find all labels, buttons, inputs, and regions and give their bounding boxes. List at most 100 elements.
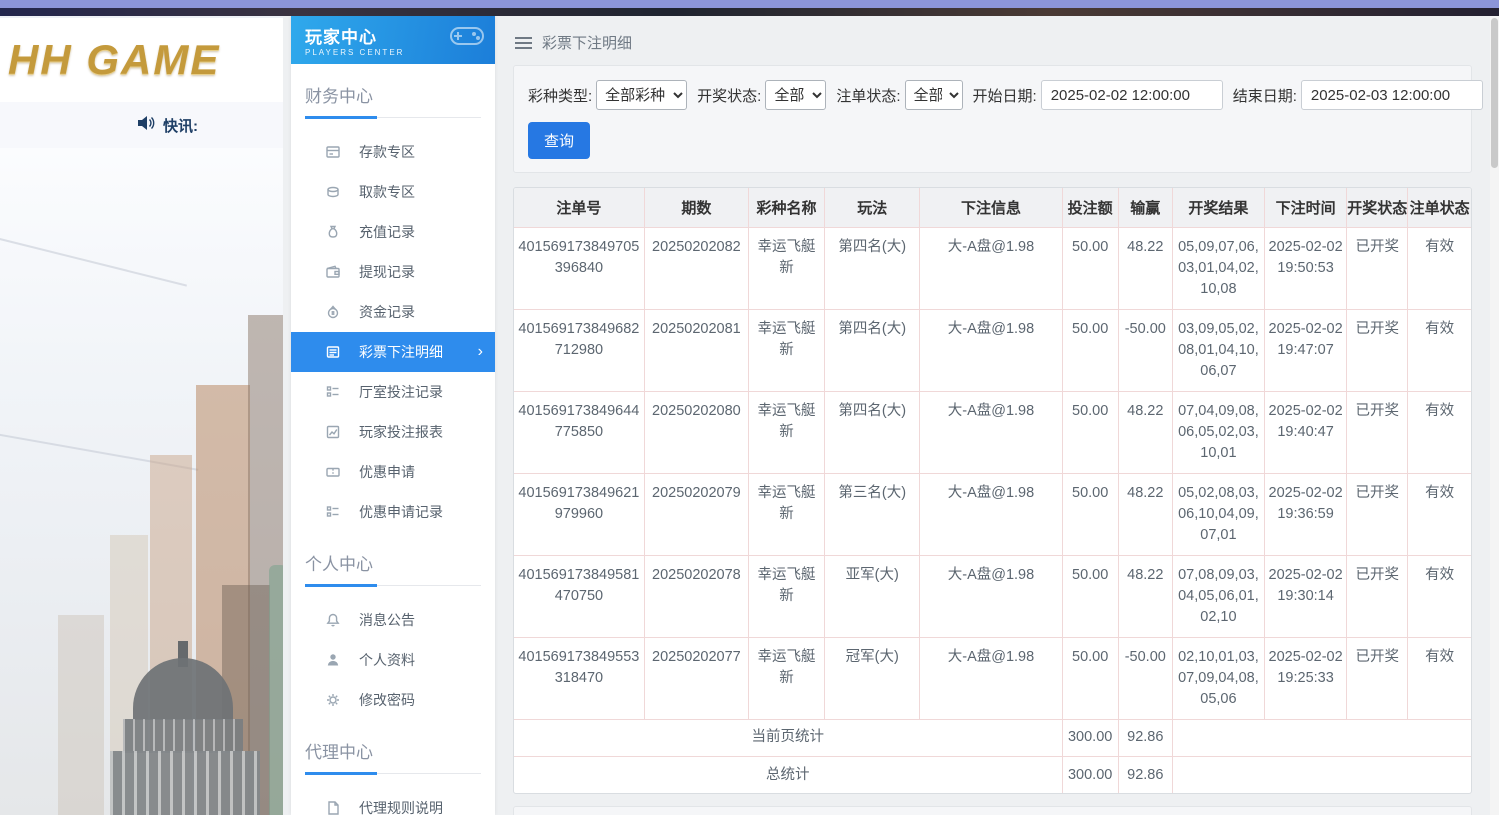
draw-status-select[interactable]: 全部 xyxy=(765,80,827,110)
sidebar-item-player-bet-report[interactable]: 玩家投注报表 xyxy=(291,412,495,452)
cell-result: 03,09,05,02,08,01,04,10,06,07 xyxy=(1171,308,1266,392)
document-icon xyxy=(325,800,341,815)
table-row: 401569173849581470750 20250202078 幸运飞艇新 … xyxy=(514,554,1471,638)
summary-total-empty xyxy=(1171,755,1471,794)
scrollbar-thumb[interactable] xyxy=(1491,18,1498,168)
cell-result: 05,09,07,06,03,01,04,02,10,08 xyxy=(1171,226,1266,310)
cell-bet-info: 大-A盘@1.98 xyxy=(919,554,1063,638)
pagination-bar: 每页显示20条 共6条 首页 上一页 [1] 下一页 第 页 跳转 xyxy=(513,806,1472,815)
cell-time: 2025-02-02 19:25:33 xyxy=(1264,636,1348,720)
cell-result: 02,10,01,03,07,09,04,08,05,06 xyxy=(1171,636,1266,720)
hh-game-logo: HH GAME xyxy=(8,36,221,83)
cell-play: 第三名(大) xyxy=(824,472,921,556)
sidebar: 玩家中心 PLAYERS CENTER 财务中心 存款专区 取款专区 充值记录 … xyxy=(291,16,495,815)
withdraw-icon xyxy=(325,184,341,200)
sidebar-item-agent-rules[interactable]: 代理规则说明 xyxy=(291,788,495,815)
col-draw-status: 开奖状态 xyxy=(1346,188,1409,228)
sidebar-item-label: 个人资料 xyxy=(359,652,415,668)
start-date-input[interactable] xyxy=(1040,80,1223,110)
cell-win: 48.22 xyxy=(1117,472,1173,556)
cell-win: -50.00 xyxy=(1117,308,1173,392)
page-scrollbar[interactable] xyxy=(1490,16,1499,815)
summary-current-page-row: 当前页统计 300.00 92.86 xyxy=(514,718,1471,757)
news-ticker-band: 快讯: xyxy=(0,102,283,148)
summary-total-label: 总统计 xyxy=(514,755,1063,794)
wallet-icon xyxy=(325,264,341,280)
cell-bet-info: 大-A盘@1.98 xyxy=(919,308,1063,392)
logo-band: HH GAME xyxy=(0,18,283,102)
col-lottery-name: 彩种名称 xyxy=(747,188,826,228)
news-label: 快讯: xyxy=(163,117,198,135)
cell-play: 亚军(大) xyxy=(824,554,921,638)
cell-lottery: 幸运飞艇新 xyxy=(747,554,826,638)
sidebar-item-change-password[interactable]: 修改密码 xyxy=(291,680,495,720)
summary-total-amount: 300.00 xyxy=(1061,755,1119,794)
cell-amount: 50.00 xyxy=(1061,308,1119,392)
sidebar-item-label: 提现记录 xyxy=(359,264,415,280)
order-status-select[interactable]: 全部 xyxy=(904,80,963,110)
sidebar-item-lottery-bet-detail[interactable]: 彩票下注明细 › xyxy=(291,332,495,372)
cell-period: 20250202080 xyxy=(643,390,749,474)
cell-result: 05,02,08,03,06,10,04,09,07,01 xyxy=(1171,472,1266,556)
col-order-status: 注单状态 xyxy=(1407,188,1471,228)
cell-draw-status: 已开奖 xyxy=(1346,390,1409,474)
cell-play: 第四名(大) xyxy=(824,226,921,310)
end-date-input[interactable] xyxy=(1300,80,1483,110)
bets-table-panel: 注单号 期数 彩种名称 玩法 下注信息 投注额 输赢 开奖结果 下注时间 开奖状… xyxy=(513,187,1472,795)
sidebar-item-label: 代理规则说明 xyxy=(359,800,443,815)
sidebar-item-label: 消息公告 xyxy=(359,612,415,628)
sidebar-item-promo-apply-record[interactable]: 优惠申请记录 xyxy=(291,492,495,532)
sidebar-item-profile[interactable]: 个人资料 xyxy=(291,640,495,680)
purse-icon xyxy=(325,304,341,320)
cell-draw-status: 已开奖 xyxy=(1346,636,1409,720)
app-region: 玩家中心 PLAYERS CENTER 财务中心 存款专区 取款专区 充值记录 … xyxy=(283,16,1499,815)
cell-amount: 50.00 xyxy=(1061,554,1119,638)
col-win: 输赢 xyxy=(1117,188,1173,228)
cell-result: 07,08,09,03,04,05,06,01,02,10 xyxy=(1171,554,1266,638)
cell-draw-status: 已开奖 xyxy=(1346,554,1409,638)
draw-status-label: 开奖状态: xyxy=(697,87,762,105)
summary-total-win: 92.86 xyxy=(1117,755,1173,794)
cell-time: 2025-02-02 19:36:59 xyxy=(1264,472,1348,556)
lottery-type-select[interactable]: 全部彩种 xyxy=(596,80,688,110)
sidebar-item-cashout-record[interactable]: 提现记录 xyxy=(291,252,495,292)
hamburger-menu-icon[interactable] xyxy=(515,36,532,49)
filter-panel: 彩种类型: 全部彩种 开奖状态: 全部 注单状态: 全部 开始日期: 结束日期: xyxy=(513,65,1483,173)
sidebar-item-withdraw[interactable]: 取款专区 xyxy=(291,172,495,212)
coupon-icon xyxy=(325,464,341,480)
cell-period: 20250202079 xyxy=(643,472,749,556)
col-time: 下注时间 xyxy=(1264,188,1348,228)
sidebar-item-notices[interactable]: 消息公告 xyxy=(291,600,495,640)
sidebar-item-label: 修改密码 xyxy=(359,692,415,708)
col-period: 期数 xyxy=(643,188,749,228)
cell-order-status: 有效 xyxy=(1407,308,1471,392)
cell-order-id: 401569173849705396840 xyxy=(514,226,645,310)
col-order-id: 注单号 xyxy=(514,188,645,228)
cell-order-id: 401569173849621979960 xyxy=(514,472,645,556)
gear-icon xyxy=(325,692,341,708)
cell-bet-info: 大-A盘@1.98 xyxy=(919,472,1063,556)
cell-period: 20250202081 xyxy=(643,308,749,392)
record-list-icon xyxy=(325,504,341,520)
sidebar-item-promo-apply[interactable]: 优惠申请 xyxy=(291,452,495,492)
sidebar-item-hall-bet-record[interactable]: 厅室投注记录 xyxy=(291,372,495,412)
chevron-right-icon: › xyxy=(477,343,483,360)
cell-period: 20250202078 xyxy=(643,554,749,638)
col-play: 玩法 xyxy=(824,188,921,228)
bell-icon xyxy=(325,612,341,628)
cell-order-status: 有效 xyxy=(1407,472,1471,556)
cell-time: 2025-02-02 19:50:53 xyxy=(1264,226,1348,310)
sidebar-item-funds-record[interactable]: 资金记录 xyxy=(291,292,495,332)
cell-order-id: 401569173849581470750 xyxy=(514,554,645,638)
sidebar-item-recharge-record[interactable]: 充值记录 xyxy=(291,212,495,252)
sidebar-item-deposit[interactable]: 存款专区 xyxy=(291,132,495,172)
cityscape-image xyxy=(0,148,283,815)
cell-lottery: 幸运飞艇新 xyxy=(747,472,826,556)
cell-bet-info: 大-A盘@1.98 xyxy=(919,390,1063,474)
summary-current-label: 当前页统计 xyxy=(514,718,1063,757)
table-row: 401569173849644775850 20250202080 幸运飞艇新 … xyxy=(514,390,1471,474)
search-button[interactable]: 查询 xyxy=(528,122,591,159)
cell-draw-status: 已开奖 xyxy=(1346,308,1409,392)
sidebar-header: 玩家中心 PLAYERS CENTER xyxy=(291,16,495,64)
cell-draw-status: 已开奖 xyxy=(1346,226,1409,310)
